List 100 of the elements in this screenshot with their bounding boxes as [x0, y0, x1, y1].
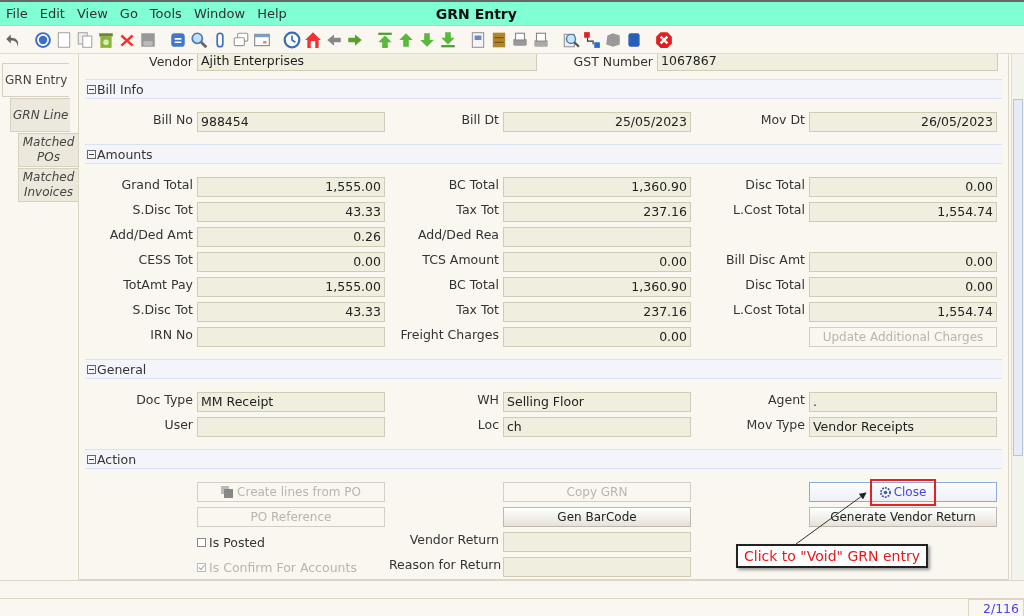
collapse-icon[interactable]	[87, 84, 96, 94]
home-icon[interactable]	[304, 30, 322, 49]
input-field[interactable]	[503, 227, 691, 247]
input-field[interactable]: MM Receipt	[197, 392, 385, 412]
field-label: S.Disc Tot	[131, 202, 193, 219]
annotation-callout: Click to "Void" GRN entry	[736, 544, 928, 568]
input-field[interactable]: 1,554.74	[809, 302, 997, 322]
input-field[interactable]: Vendor Receipts	[809, 417, 997, 437]
field-label: Freight Charges	[399, 327, 499, 344]
scrollbar[interactable]	[1011, 54, 1024, 580]
input-field[interactable]: Selling Floor	[503, 392, 691, 412]
side-tab[interactable]: Matched POs	[18, 133, 78, 167]
collapse-icon[interactable]	[87, 149, 96, 159]
block-icon[interactable]	[625, 30, 643, 49]
input-field[interactable]: 988454	[197, 112, 385, 132]
save-icon[interactable]	[139, 30, 157, 49]
input-field[interactable]	[197, 327, 385, 347]
side-tab[interactable]: Matched Invoices	[18, 168, 78, 202]
input-field[interactable]: 25/05/2023	[503, 112, 691, 132]
field-label: Agent	[767, 392, 805, 409]
action-button[interactable]: Gen BarCode	[503, 507, 691, 527]
last-record-icon[interactable]	[439, 30, 457, 49]
field-label: Loc	[476, 417, 499, 434]
down-icon[interactable]	[418, 30, 436, 49]
field-label: GST Number	[572, 54, 653, 69]
input-field[interactable]: 237.16	[503, 302, 691, 322]
input-field[interactable]: 1,360.90	[503, 277, 691, 297]
input-field[interactable]: 0.00	[809, 177, 997, 197]
field-label: BC Total	[447, 177, 499, 194]
input-field[interactable]	[503, 532, 691, 552]
input-field[interactable]: 26/05/2023	[809, 112, 997, 132]
history-icon[interactable]	[283, 30, 301, 49]
side-tab[interactable]: GRN Entry	[2, 63, 70, 97]
input-field[interactable]: 1,555.00	[197, 277, 385, 297]
input-field[interactable]: 1067867	[657, 54, 998, 71]
input-field[interactable]: 1,555.00	[197, 177, 385, 197]
field-label: Vendor	[148, 54, 193, 69]
input-field[interactable]: Ajith Enterprises	[197, 54, 537, 71]
help-icon[interactable]	[34, 30, 52, 49]
field-label: L.Cost Total	[732, 302, 805, 319]
side-tab[interactable]: GRN Line	[10, 98, 71, 132]
archive-icon[interactable]	[490, 30, 508, 49]
menu-item[interactable]: Help	[251, 6, 293, 21]
menu-item[interactable]: Window	[187, 6, 252, 21]
field-label: User	[163, 417, 193, 434]
input-field[interactable]: 0.00	[809, 277, 997, 297]
checkbox[interactable]	[197, 537, 206, 547]
copy-icon	[221, 485, 235, 499]
print-preview-icon[interactable]	[532, 30, 550, 49]
field-label: Mov Type	[745, 417, 805, 434]
menu-item[interactable]: Go	[113, 6, 144, 21]
report-icon[interactable]	[469, 30, 487, 49]
input-field[interactable]: 1,554.74	[809, 202, 997, 222]
field-label: Tax Tot	[455, 202, 499, 219]
action-button[interactable]: Close	[809, 482, 997, 502]
recycle-bin-icon[interactable]	[97, 30, 115, 49]
new-document-icon[interactable]	[55, 30, 73, 49]
field-label: Disc Total	[744, 177, 805, 194]
cube-icon[interactable]	[604, 30, 622, 49]
field-label: CESS Tot	[137, 252, 193, 269]
input-field[interactable]: 0.26	[197, 227, 385, 247]
field-label: Bill Disc Amt	[724, 252, 805, 269]
chat-icon[interactable]	[232, 30, 250, 49]
field-label: Reason for Return	[389, 557, 499, 574]
section-title: Amounts	[97, 146, 153, 162]
first-record-icon[interactable]	[376, 30, 394, 49]
field-label: IRN No	[149, 327, 193, 344]
exit-icon[interactable]	[655, 30, 673, 49]
input-field[interactable]	[503, 557, 691, 577]
menu-item[interactable]: File	[0, 6, 34, 21]
menu-item[interactable]: View	[70, 6, 114, 21]
input-field[interactable]: 0.00	[809, 252, 997, 272]
field-label: Mov Dt	[759, 112, 805, 129]
input-field[interactable]: 0.00	[503, 327, 691, 347]
input-field[interactable]: 237.16	[503, 202, 691, 222]
input-field[interactable]: 43.33	[197, 202, 385, 222]
menu-item[interactable]: Edit	[33, 6, 71, 21]
collapse-icon[interactable]	[87, 364, 96, 374]
menu-item[interactable]: Tools	[143, 6, 188, 21]
input-field[interactable]: .	[809, 392, 997, 412]
field-label: Vendor Return	[408, 532, 499, 549]
input-field[interactable]	[197, 417, 385, 437]
input-field[interactable]: 0.00	[503, 252, 691, 272]
copy-icon[interactable]	[76, 30, 94, 49]
input-field[interactable]: ch	[503, 417, 691, 437]
window-title: GRN Entry	[435, 5, 517, 22]
input-field[interactable]: 1,360.90	[503, 177, 691, 197]
field-label: BC Total	[447, 277, 499, 294]
print-icon[interactable]	[511, 30, 529, 49]
checkbox-label[interactable]: Is Posted	[209, 534, 265, 550]
collapse-icon[interactable]	[87, 454, 96, 464]
field-label: Bill No	[152, 112, 193, 129]
field-label: Add/Ded Rea	[416, 227, 499, 244]
field-label: L.Cost Total	[732, 202, 805, 219]
move-icon[interactable]	[583, 30, 601, 49]
input-field[interactable]: 0.00	[197, 252, 385, 272]
highlight-frame	[870, 479, 936, 506]
input-field[interactable]: 43.33	[197, 302, 385, 322]
action-button[interactable]: Generate Vendor Return	[809, 507, 997, 527]
search-icon[interactable]	[190, 30, 208, 49]
